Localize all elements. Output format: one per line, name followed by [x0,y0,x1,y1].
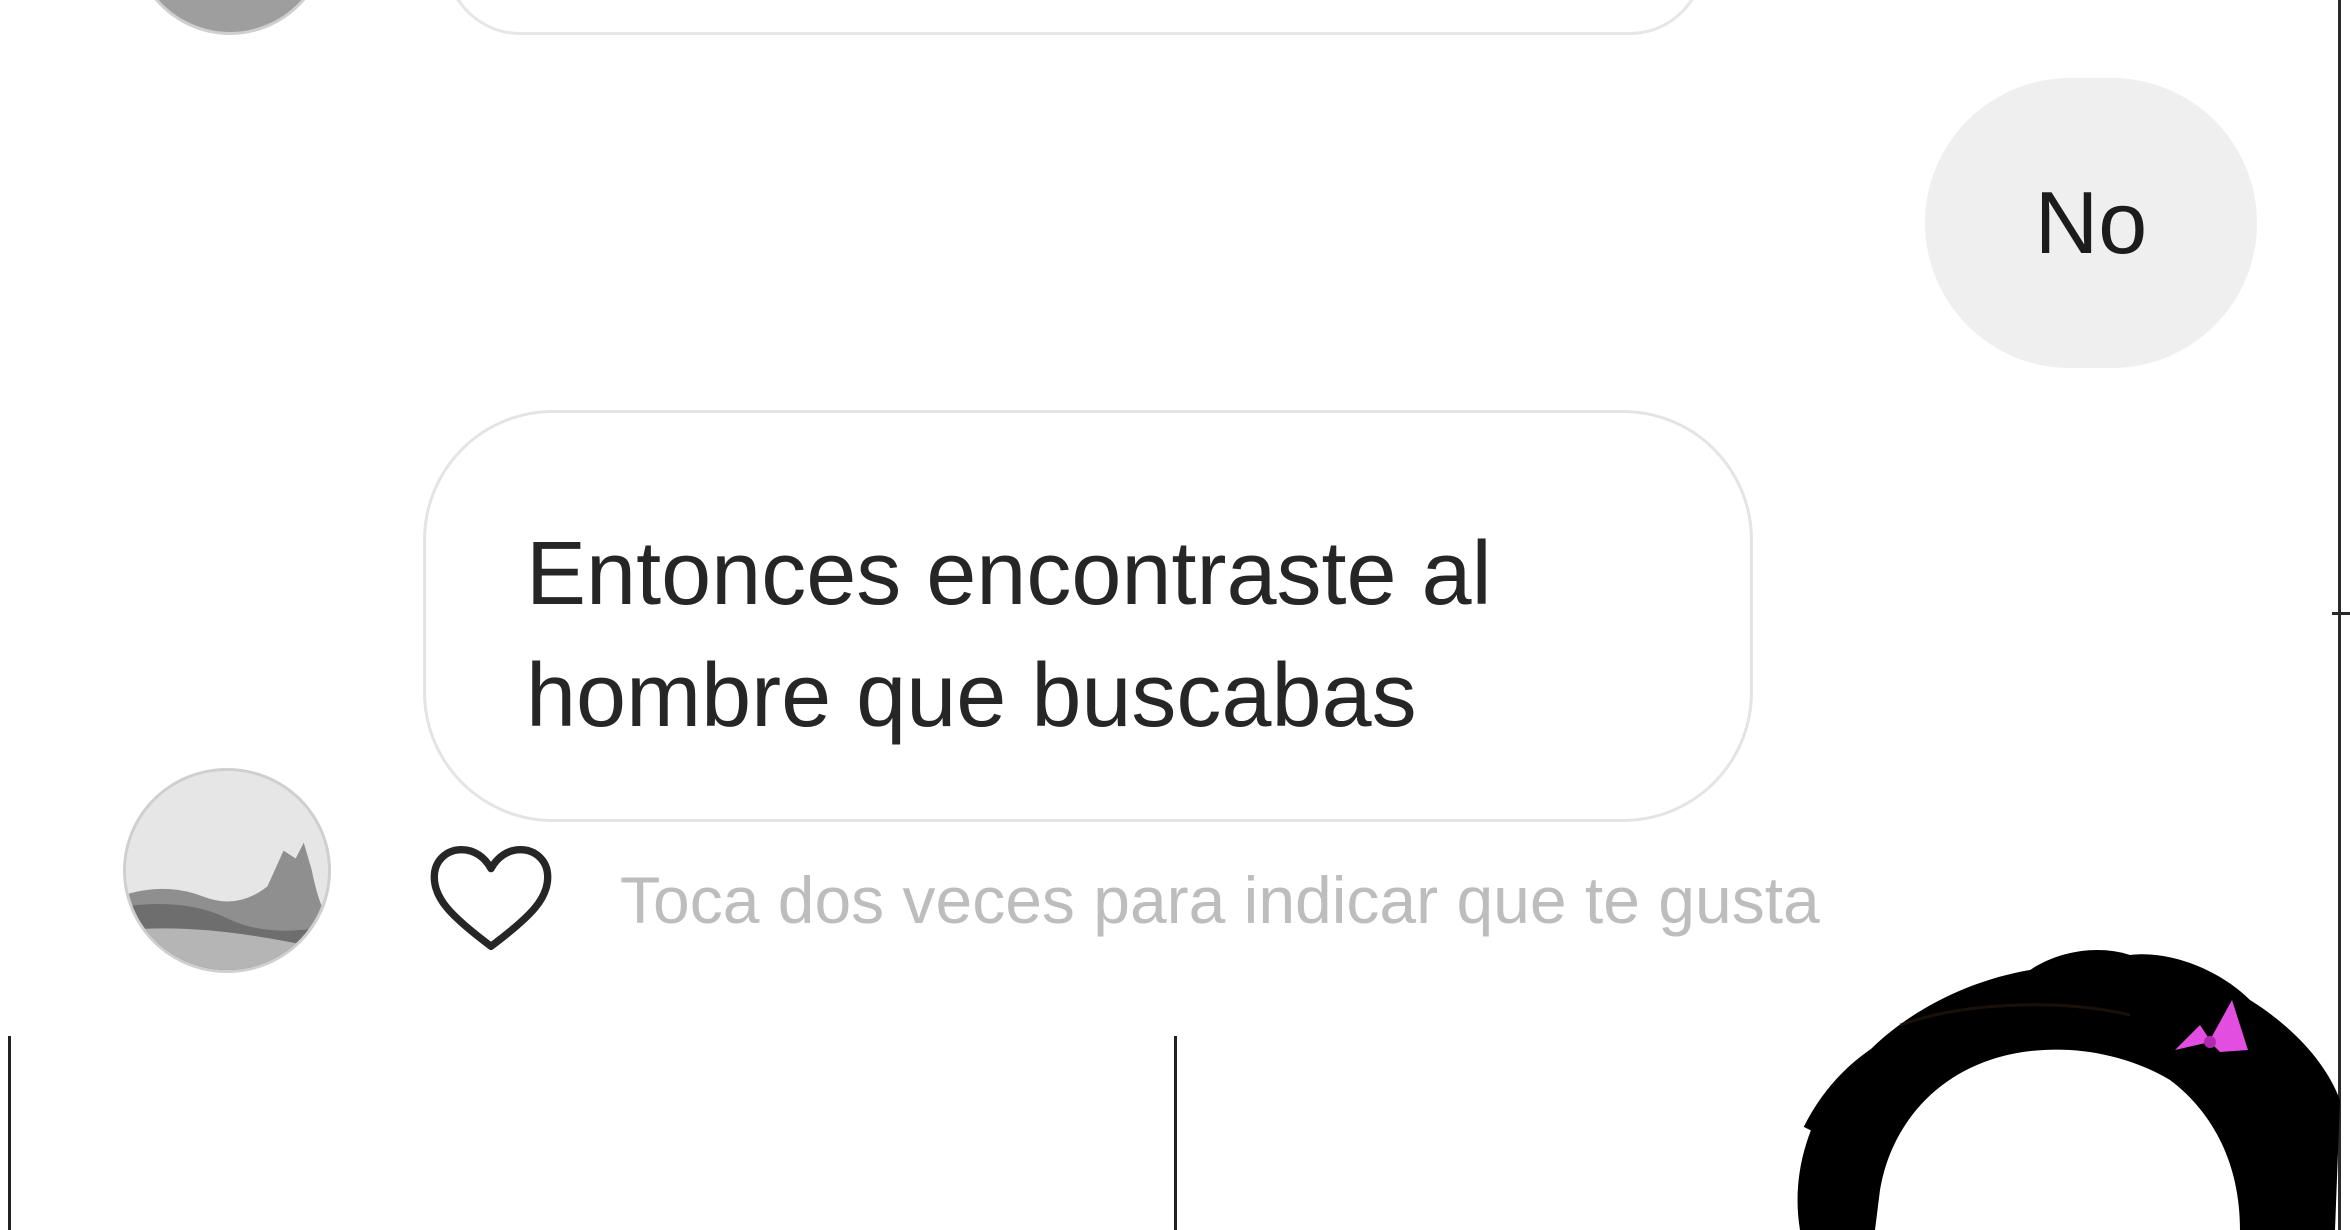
panel-divider [1174,1036,1177,1230]
message-bubble-previous[interactable] [445,0,1705,35]
heart-icon[interactable] [428,843,554,953]
like-hint-text: Toca dos veces para indicar que te gusta [620,863,1820,937]
sender-avatar[interactable] [123,768,331,973]
message-text: No [2034,173,2148,272]
chat-screen: No Entonces encontraste al hombre que bu… [0,0,2350,1230]
message-bubble-incoming[interactable]: Entonces encontraste al hombre que busca… [423,410,1753,822]
panel-border-tick [2332,612,2350,615]
message-bubble-outgoing[interactable]: No [1925,78,2257,368]
sender-avatar-previous[interactable] [130,0,330,35]
character-drawing [1770,930,2350,1230]
message-text: Entonces encontraste al hombre que busca… [526,524,1492,746]
panel-divider [8,1036,11,1230]
